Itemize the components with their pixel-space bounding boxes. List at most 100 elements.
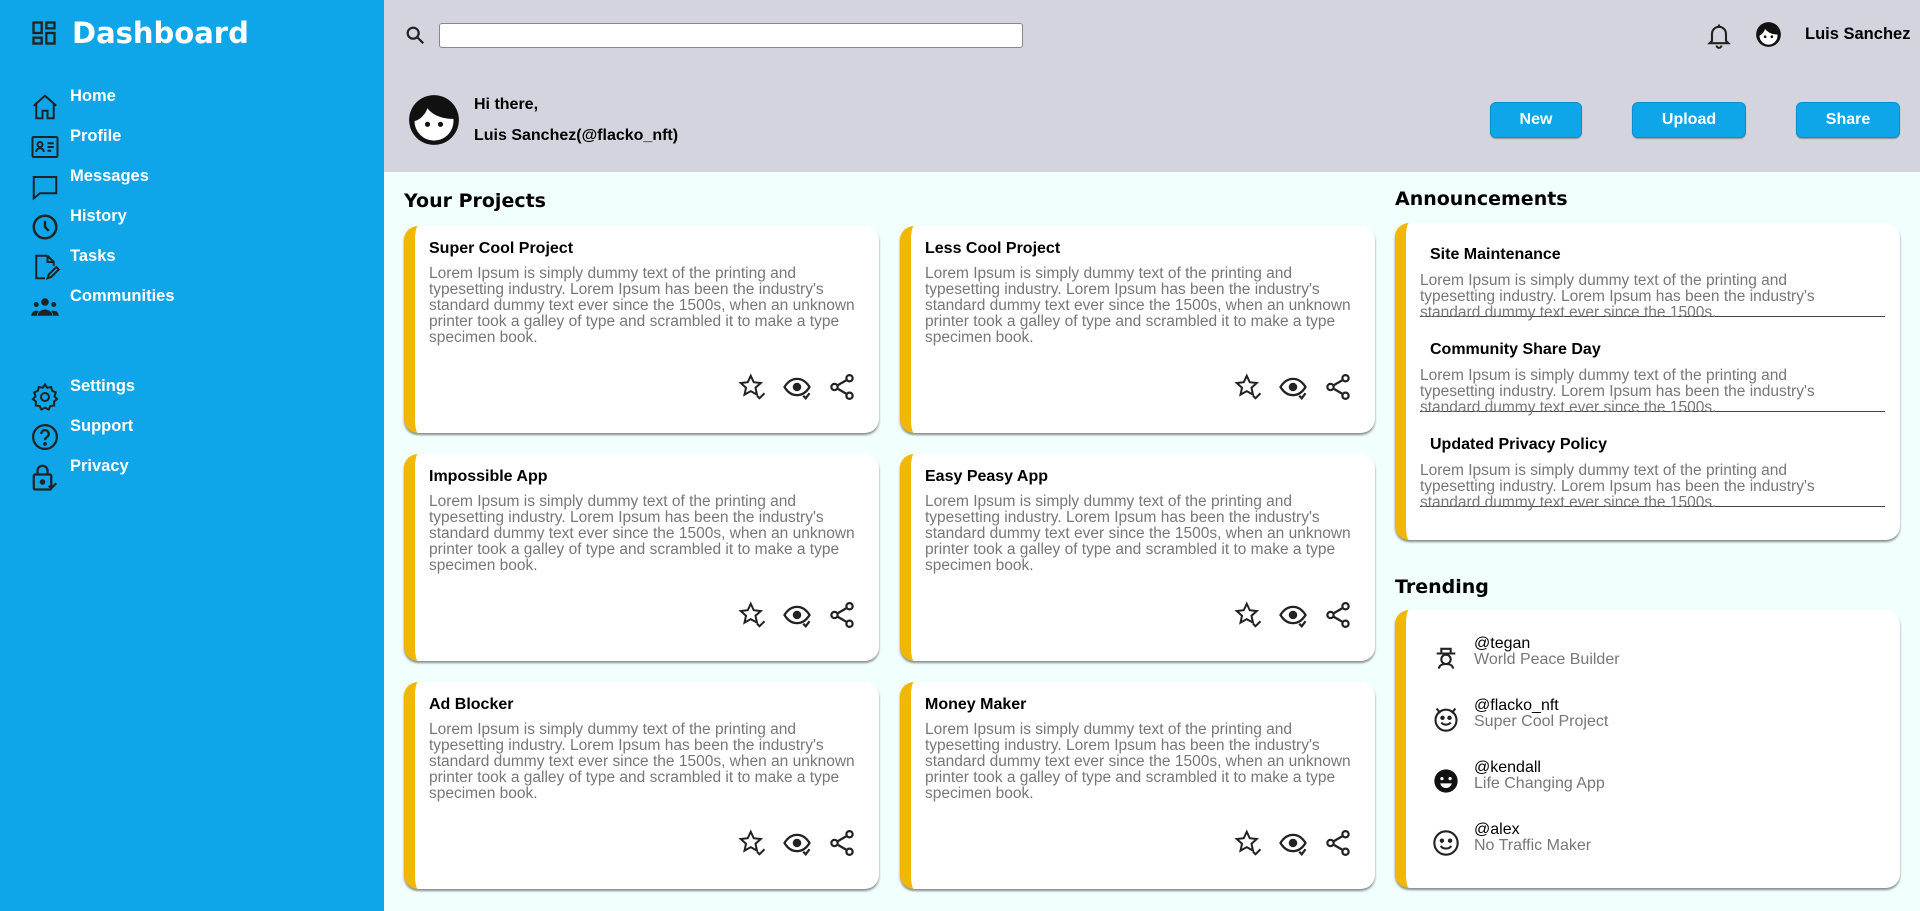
- announcement-title: Community Share Day: [1430, 341, 1601, 358]
- sidebar-item-home[interactable]: Home: [30, 86, 175, 126]
- app-title: Dashboard: [72, 16, 249, 50]
- project-actions: [722, 600, 857, 630]
- announcement-item[interactable]: Updated Privacy Policy Lorem Ipsum is si…: [1420, 413, 1885, 511]
- sidebar-item-support[interactable]: Support: [30, 416, 135, 456]
- share-icon[interactable]: [1323, 828, 1353, 858]
- share-icon[interactable]: [1323, 600, 1353, 630]
- announcement-description: Lorem Ipsum is simply dummy text of the …: [1420, 367, 1815, 416]
- view-eye-icon[interactable]: [782, 372, 812, 402]
- project-card[interactable]: Impossible App Lorem Ipsum is simply dum…: [404, 454, 879, 661]
- search-icon[interactable]: [404, 24, 426, 46]
- sidebar-item-communities[interactable]: Communities: [30, 286, 175, 326]
- sidebar-item-label: Settings: [70, 377, 136, 395]
- project-title: Money Maker: [925, 696, 1027, 713]
- sidebar-item-label: Tasks: [70, 247, 116, 265]
- clock-icon: [32, 214, 58, 240]
- view-eye-icon[interactable]: [1278, 828, 1308, 858]
- project-title: Easy Peasy App: [925, 468, 1049, 485]
- new-button[interactable]: New: [1490, 102, 1582, 138]
- sidebar-item-tasks[interactable]: Tasks: [30, 246, 175, 286]
- announcements-panel: Site Maintenance Lorem Ipsum is simply d…: [1395, 223, 1900, 540]
- project-card[interactable]: Money Maker Lorem Ipsum is simply dummy …: [900, 682, 1375, 889]
- search-input[interactable]: [439, 23, 1023, 48]
- sidebar-item-profile[interactable]: Profile: [30, 126, 175, 166]
- favorite-star-icon[interactable]: [737, 828, 767, 858]
- announcement-description: Lorem Ipsum is simply dummy text of the …: [1420, 462, 1815, 511]
- announcement-description: Lorem Ipsum is simply dummy text of the …: [1420, 272, 1815, 321]
- dashboard-icon: [32, 21, 56, 45]
- project-card[interactable]: Less Cool Project Lorem Ipsum is simply …: [900, 226, 1375, 433]
- favorite-star-icon[interactable]: [737, 372, 767, 402]
- project-actions: [1218, 600, 1353, 630]
- sidebar-item-privacy[interactable]: Privacy: [30, 456, 135, 496]
- group-icon: [31, 298, 59, 316]
- project-actions: [722, 372, 857, 402]
- message-icon: [32, 176, 58, 201]
- cowboy-face-icon: [1436, 647, 1456, 669]
- bell-icon[interactable]: [1705, 21, 1733, 49]
- announcement-title: Updated Privacy Policy: [1430, 436, 1607, 453]
- view-eye-icon[interactable]: [782, 828, 812, 858]
- project-title: Ad Blocker: [429, 696, 514, 713]
- favorite-star-icon[interactable]: [1233, 600, 1263, 630]
- profile-avatar: [409, 95, 459, 145]
- lock-icon: [32, 464, 58, 491]
- announcement-item[interactable]: Site Maintenance Lorem Ipsum is simply d…: [1420, 223, 1885, 321]
- sidebar-item-label: Communities: [70, 287, 175, 305]
- sidebar-item-label: Home: [70, 87, 116, 105]
- sidebar-item-history[interactable]: History: [30, 206, 175, 246]
- username[interactable]: Luis Sanchez: [1805, 25, 1910, 44]
- sidebar: Dashboard Home Profile Messages History …: [0, 0, 384, 911]
- share-button[interactable]: Share: [1796, 102, 1900, 138]
- sidebar-item-label: Profile: [70, 127, 122, 145]
- trending-panel: @tegan World Peace Builder @flacko_nft S…: [1395, 610, 1900, 888]
- help-icon: [32, 424, 58, 450]
- smile-face-icon: [1433, 830, 1459, 856]
- trending-item[interactable]: @kendall Life Changing App: [1420, 757, 1880, 801]
- projects-heading: Your Projects: [404, 190, 546, 212]
- view-eye-icon[interactable]: [782, 600, 812, 630]
- edit-document-icon: [35, 254, 60, 280]
- project-card[interactable]: Ad Blocker Lorem Ipsum is simply dummy t…: [404, 682, 879, 889]
- trending-heading: Trending: [1395, 576, 1489, 598]
- project-actions: [1218, 828, 1353, 858]
- announcement-title: Site Maintenance: [1430, 246, 1561, 263]
- view-eye-icon[interactable]: [1278, 600, 1308, 630]
- trending-item[interactable]: @alex No Traffic Maker: [1420, 819, 1880, 863]
- top-header: Luis Sanchez Hi there, Luis Sanchez(@fla…: [384, 0, 1920, 172]
- favorite-star-icon[interactable]: [737, 600, 767, 630]
- project-description: Lorem Ipsum is simply dummy text of the …: [429, 721, 855, 802]
- favorite-star-icon[interactable]: [1233, 372, 1263, 402]
- sidebar-item-label: Privacy: [70, 457, 129, 475]
- avatar[interactable]: [1755, 21, 1782, 48]
- happy-face-icon: [1434, 769, 1458, 793]
- trending-item[interactable]: @tegan World Peace Builder: [1420, 633, 1880, 677]
- project-card[interactable]: Super Cool Project Lorem Ipsum is simply…: [404, 226, 879, 433]
- project-description: Lorem Ipsum is simply dummy text of the …: [429, 493, 855, 574]
- share-icon[interactable]: [827, 372, 857, 402]
- sidebar-item-messages[interactable]: Messages: [30, 166, 175, 206]
- trending-description: Life Changing App: [1474, 775, 1605, 792]
- announcements-heading: Announcements: [1395, 188, 1568, 210]
- share-icon[interactable]: [827, 600, 857, 630]
- sidebar-item-settings[interactable]: Settings: [30, 376, 135, 416]
- sidebar-item-label: Messages: [70, 167, 149, 185]
- trending-item[interactable]: @flacko_nft Super Cool Project: [1420, 695, 1880, 739]
- trending-description: No Traffic Maker: [1474, 837, 1592, 854]
- project-actions: [722, 828, 857, 858]
- greeting-text: Hi there,: [474, 96, 539, 113]
- share-icon[interactable]: [1323, 372, 1353, 402]
- profile-card-icon: [31, 136, 59, 158]
- upload-button[interactable]: Upload: [1632, 102, 1746, 138]
- announcement-item[interactable]: Community Share Day Lorem Ipsum is simpl…: [1420, 318, 1885, 416]
- project-title: Super Cool Project: [429, 240, 574, 257]
- project-card[interactable]: Easy Peasy App Lorem Ipsum is simply dum…: [900, 454, 1375, 661]
- share-icon[interactable]: [827, 828, 857, 858]
- trending-description: Super Cool Project: [1474, 713, 1609, 730]
- view-eye-icon[interactable]: [1278, 372, 1308, 402]
- project-description: Lorem Ipsum is simply dummy text of the …: [925, 265, 1351, 346]
- project-description: Lorem Ipsum is simply dummy text of the …: [925, 493, 1351, 574]
- favorite-star-icon[interactable]: [1233, 828, 1263, 858]
- brand[interactable]: Dashboard: [30, 16, 249, 50]
- project-description: Lorem Ipsum is simply dummy text of the …: [429, 265, 855, 346]
